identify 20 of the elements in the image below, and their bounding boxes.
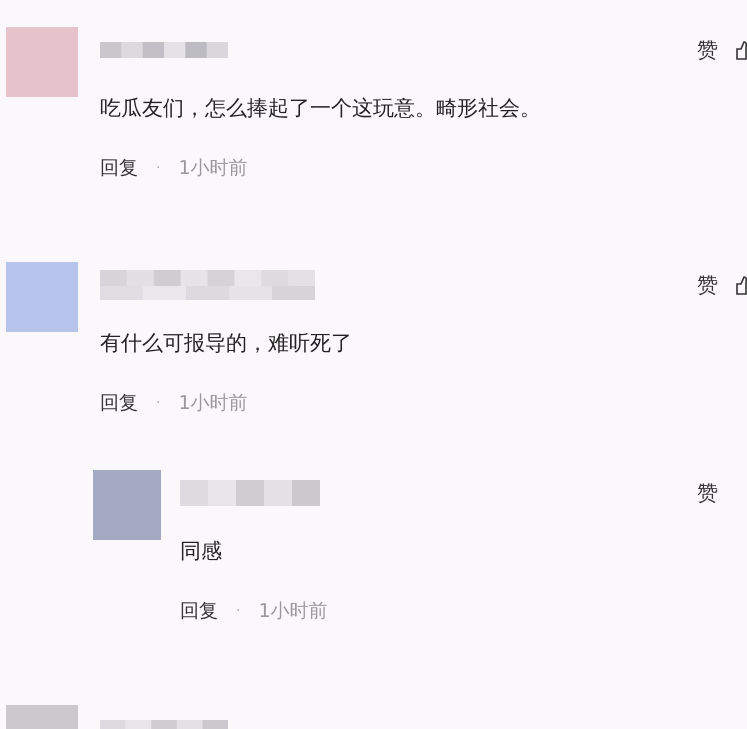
like-button[interactable]: 赞 xyxy=(697,36,718,64)
timestamp: 1小时前 xyxy=(258,599,328,624)
separator-dot: · xyxy=(156,394,160,413)
avatar[interactable] xyxy=(6,27,78,97)
separator-dot: · xyxy=(236,602,240,621)
comment-text: 有什么可报导的，难听死了 xyxy=(100,330,353,357)
avatar[interactable] xyxy=(93,470,161,540)
comment-text: 吃瓜友们，怎么捧起了一个这玩意。畸形社会。 xyxy=(100,95,542,122)
like-button[interactable]: 赞 xyxy=(697,479,718,507)
comment-text: 同感 xyxy=(180,538,223,565)
avatar[interactable] xyxy=(6,262,78,332)
like-button[interactable]: 赞 xyxy=(697,271,718,299)
reply-link[interactable]: 回复 xyxy=(100,150,138,186)
reply-link[interactable]: 回复 xyxy=(180,593,218,629)
separator-dot: · xyxy=(156,159,160,178)
timestamp: 1小时前 xyxy=(178,156,248,181)
thumbs-up-icon[interactable] xyxy=(735,39,747,61)
timestamp: 1小时前 xyxy=(178,391,248,416)
thumbs-up-icon[interactable] xyxy=(735,274,747,296)
reply-link[interactable]: 回复 xyxy=(100,385,138,421)
